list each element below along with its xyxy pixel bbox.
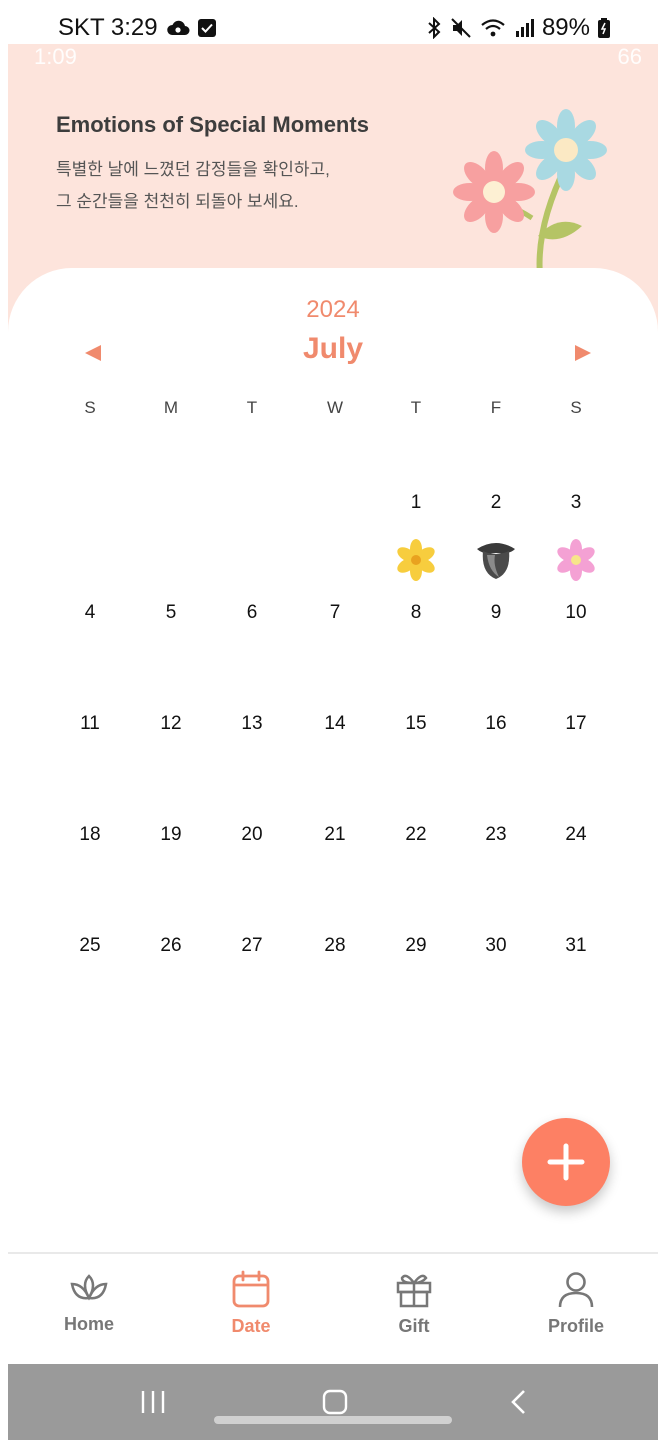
gesture-handle[interactable] [214,1416,452,1424]
plus-icon [547,1143,585,1181]
weekday-label: T [246,398,258,417]
bluetooth-icon [426,17,442,39]
wifi-icon [480,18,506,38]
status-right: 89% [426,14,610,42]
carrier-time: SKT 3:29 [58,14,158,41]
calendar-day[interactable]: 3 [536,492,616,514]
overlay-status-battery: 66 [617,44,642,69]
page-title: Emotions of Special Moments [56,112,369,137]
add-entry-button[interactable] [522,1118,610,1206]
calendar-day[interactable]: 14 [295,713,375,735]
checkbox-notification-icon [197,19,216,37]
calendar-day[interactable]: 4 [50,602,130,624]
status-bar: SKT 3:29 89% [0,0,666,50]
gift-icon [396,1274,432,1308]
screen: SKT 3:29 89% 1:09 66 Emotions of Special… [0,0,666,1440]
signal-icon [514,18,534,38]
calendar-day[interactable]: 24 [536,824,616,846]
weekday-label: S [570,398,582,417]
recent-apps-icon [141,1391,165,1413]
flower-illustration [448,106,618,277]
black-flower-icon[interactable] [472,536,520,584]
calendar-day[interactable]: 12 [131,713,211,735]
calendar-day[interactable]: 26 [131,935,211,957]
subtitle-line-2: 그 순간들을 천천히 되돌아 보세요. [56,192,299,211]
calendar-day[interactable]: 20 [212,824,292,846]
calendar-day[interactable]: 17 [536,713,616,735]
pink-flower-icon[interactable] [552,536,600,584]
calendar-day[interactable]: 22 [376,824,456,846]
calendar-day[interactable]: 8 [376,602,456,624]
status-left: SKT 3:29 [58,14,216,42]
triangle-right-icon [575,345,591,361]
calendar-day[interactable]: 30 [456,935,536,957]
app-screen: 1:09 66 Emotions of Special Moments 특별한 … [8,44,658,1364]
battery-percent: 89% [541,14,590,41]
nav-home[interactable]: Home [19,1270,159,1335]
calendar-day[interactable]: 1 [376,492,456,514]
calendar-day[interactable]: 13 [212,713,292,735]
calendar-day[interactable]: 15 [376,713,456,735]
calendar-day[interactable]: 16 [456,713,536,735]
back-system-button[interactable] [504,1386,534,1418]
nav-label-date: Date [231,1316,271,1336]
calendar-day[interactable]: 5 [131,602,211,624]
nav-date[interactable]: Date [181,1270,321,1337]
calendar-day[interactable]: 31 [536,935,616,957]
calendar-day[interactable]: 23 [456,824,536,846]
calendar-day[interactable]: 21 [295,824,375,846]
calendar-day[interactable]: 25 [50,935,130,957]
calendar-day[interactable]: 27 [212,935,292,957]
overlay-status-time: 1:09 [34,44,77,69]
weekday-label: W [326,398,344,417]
calendar-day[interactable]: 9 [456,602,536,624]
triangle-left-icon [85,345,101,361]
weekday-label: M [163,398,179,417]
nav-label-home: Home [63,1314,114,1334]
home-system-button[interactable] [320,1386,350,1418]
calendar-day[interactable]: 29 [376,935,456,957]
calendar-day[interactable]: 2 [456,492,536,514]
nav-label-gift: Gift [398,1316,430,1336]
mute-icon [450,17,472,39]
battery-icon [598,18,610,38]
calendar-day[interactable]: 19 [131,824,211,846]
calendar-day[interactable]: 6 [212,602,292,624]
system-navigation-bar [8,1364,658,1440]
prev-month-button[interactable] [78,338,108,368]
calendar-year: 2024 [306,296,360,323]
calendar-day[interactable]: 7 [295,602,375,624]
weekday-label: S [84,398,96,417]
home-square-icon [322,1389,348,1415]
nav-profile[interactable]: Profile [506,1270,646,1337]
nav-label-profile: Profile [547,1316,604,1336]
recent-apps-button[interactable] [138,1386,168,1418]
page-subtitle: 특별한 날에 느꼈던 감정들을 확인하고, 그 순간들을 천천히 되돌아 보세요… [56,154,330,218]
subtitle-line-1: 특별한 날에 느꼈던 감정들을 확인하고, [56,160,330,179]
weekday-label: T [410,398,422,417]
next-month-button[interactable] [568,338,598,368]
cloud-icon [166,19,190,37]
bottom-nav: Home Date Gift Profile [8,1252,658,1364]
calendar-day[interactable]: 10 [536,602,616,624]
weekday-label: F [490,398,502,417]
calendar-day[interactable]: 18 [50,824,130,846]
calendar-day[interactable]: 11 [50,713,130,735]
nav-gift[interactable]: Gift [344,1270,484,1337]
person-icon [558,1272,594,1308]
lotus-icon [70,1274,108,1301]
yellow-flower-icon[interactable] [392,536,440,584]
calendar-day[interactable]: 28 [295,935,375,957]
calendar-icon [232,1270,270,1308]
back-chevron-icon [511,1390,525,1414]
